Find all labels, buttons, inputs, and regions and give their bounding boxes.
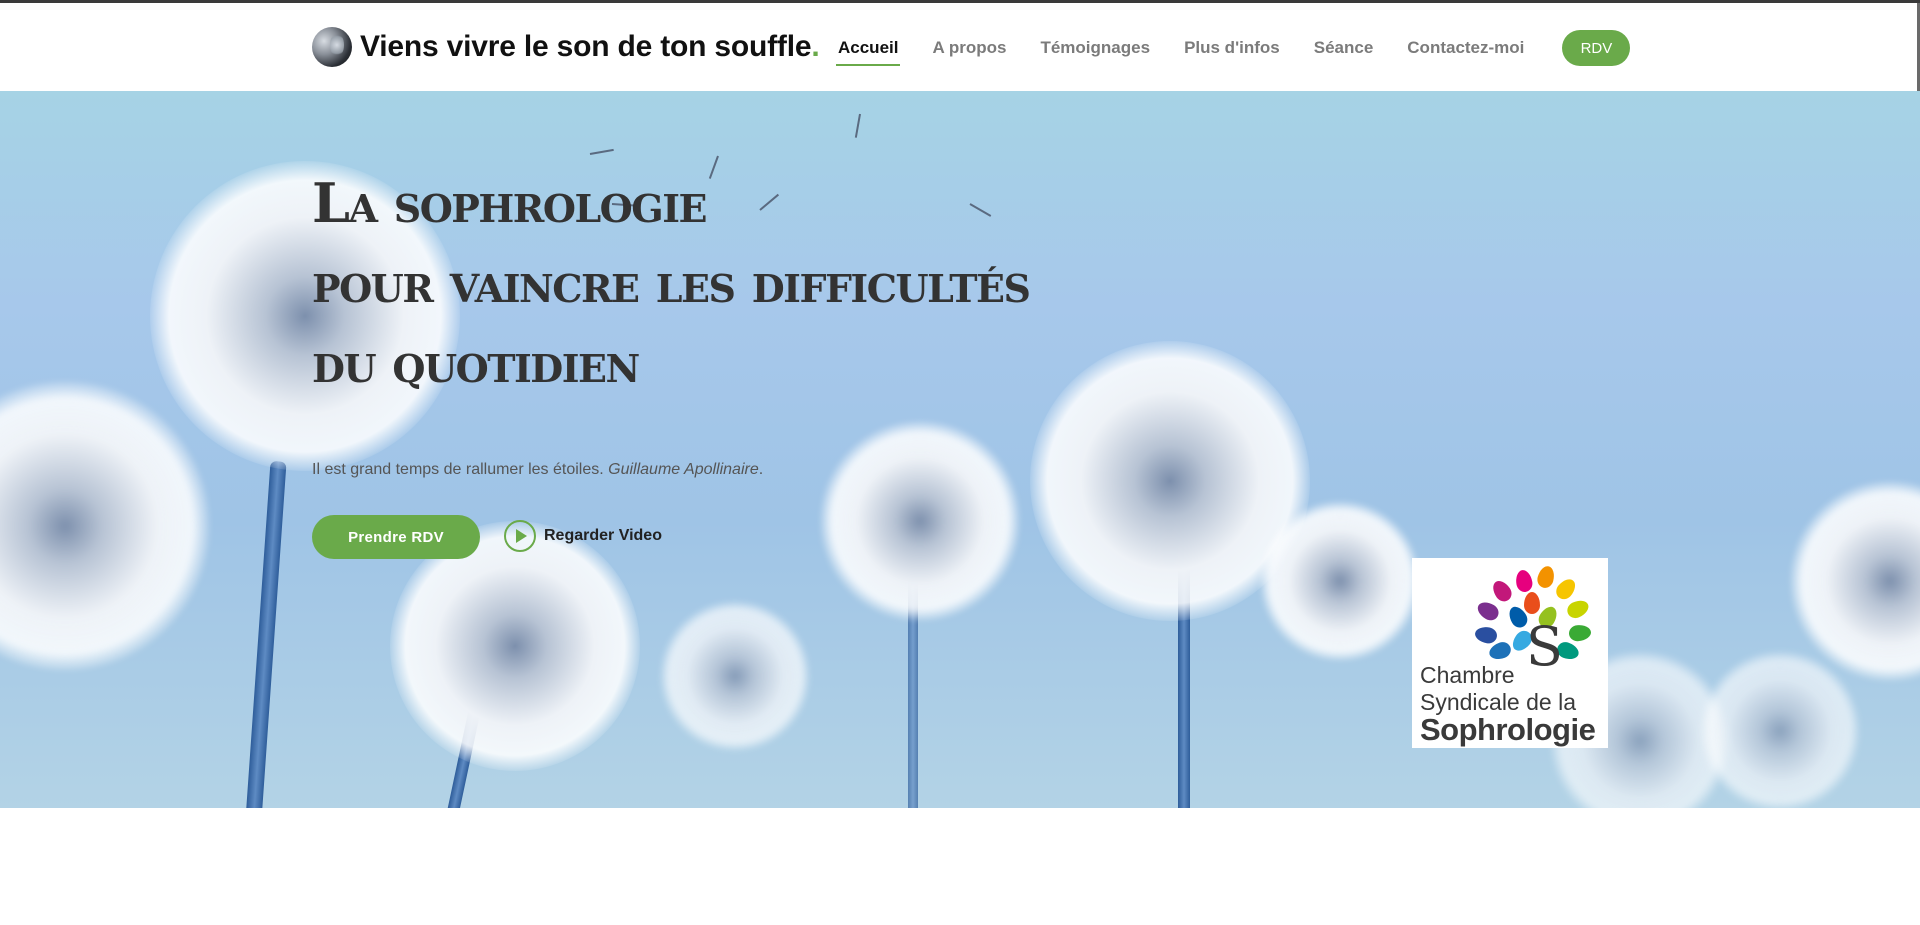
dandelion-head	[1260, 501, 1420, 661]
floating-seed	[589, 148, 614, 155]
site-title: Viens vivre le son de ton souffle.	[360, 30, 820, 64]
headline-line-3: du quotidien	[312, 331, 640, 395]
quote-end: .	[758, 461, 764, 478]
nav-temoignages[interactable]: Témoignages	[1040, 30, 1150, 66]
chambre-syndicale-logo: S Chambre Syndicale de la Sophrologie	[1412, 558, 1608, 748]
play-icon	[504, 520, 536, 552]
headline-line-1: La sophrologie	[312, 171, 707, 235]
headline-line-2: pour vaincre les difficultés	[312, 251, 1031, 315]
top-navbar: Viens vivre le son de ton souffle. Accue…	[0, 3, 1917, 91]
yin-yang-logo-icon	[312, 27, 352, 67]
watch-video-label: Regarder Video	[544, 527, 662, 544]
nav-plus-d-infos[interactable]: Plus d'infos	[1184, 30, 1280, 66]
badge-line-1: Chambre	[1420, 662, 1515, 688]
hero-headline: La sophrologie pour vaincre les difficul…	[312, 163, 1031, 403]
dandelion-head	[820, 421, 1020, 621]
nav-a-propos[interactable]: A propos	[932, 30, 1006, 66]
quote-author: Guillaume Apollinaire	[608, 461, 759, 478]
hero-quote: Il est grand temps de rallumer les étoil…	[312, 461, 763, 479]
dandelion-head	[1790, 481, 1920, 681]
badge-line-3: Sophrologie	[1420, 712, 1596, 747]
main-menu: Accueil A propos Témoignages Plus d'info…	[835, 30, 1631, 66]
floating-seed	[854, 113, 861, 138]
quote-text: Il est grand temps de rallumer les étoil…	[312, 461, 604, 478]
nav-contactez-moi[interactable]: Contactez-moi	[1407, 30, 1524, 66]
nav-seance[interactable]: Séance	[1314, 30, 1374, 66]
dandelion-head	[1700, 651, 1860, 808]
brand[interactable]: Viens vivre le son de ton souffle.	[312, 27, 820, 67]
site-title-dot: .	[811, 30, 820, 63]
site-title-text: Viens vivre le son de ton souffle	[360, 30, 812, 63]
dandelion-head	[660, 601, 810, 751]
hero-section: La sophrologie pour vaincre les difficul…	[0, 91, 1920, 808]
dandelion-stem	[245, 460, 287, 808]
dandelion-head	[0, 381, 210, 671]
nav-accueil[interactable]: Accueil	[835, 30, 901, 66]
prendre-rdv-button[interactable]: Prendre RDV	[312, 515, 480, 559]
badge-text: Chambre Syndicale de la Sophrologie	[1420, 662, 1596, 747]
rdv-nav-button[interactable]: RDV	[1562, 30, 1631, 66]
watch-video-link[interactable]: Regarder Video	[504, 520, 662, 552]
